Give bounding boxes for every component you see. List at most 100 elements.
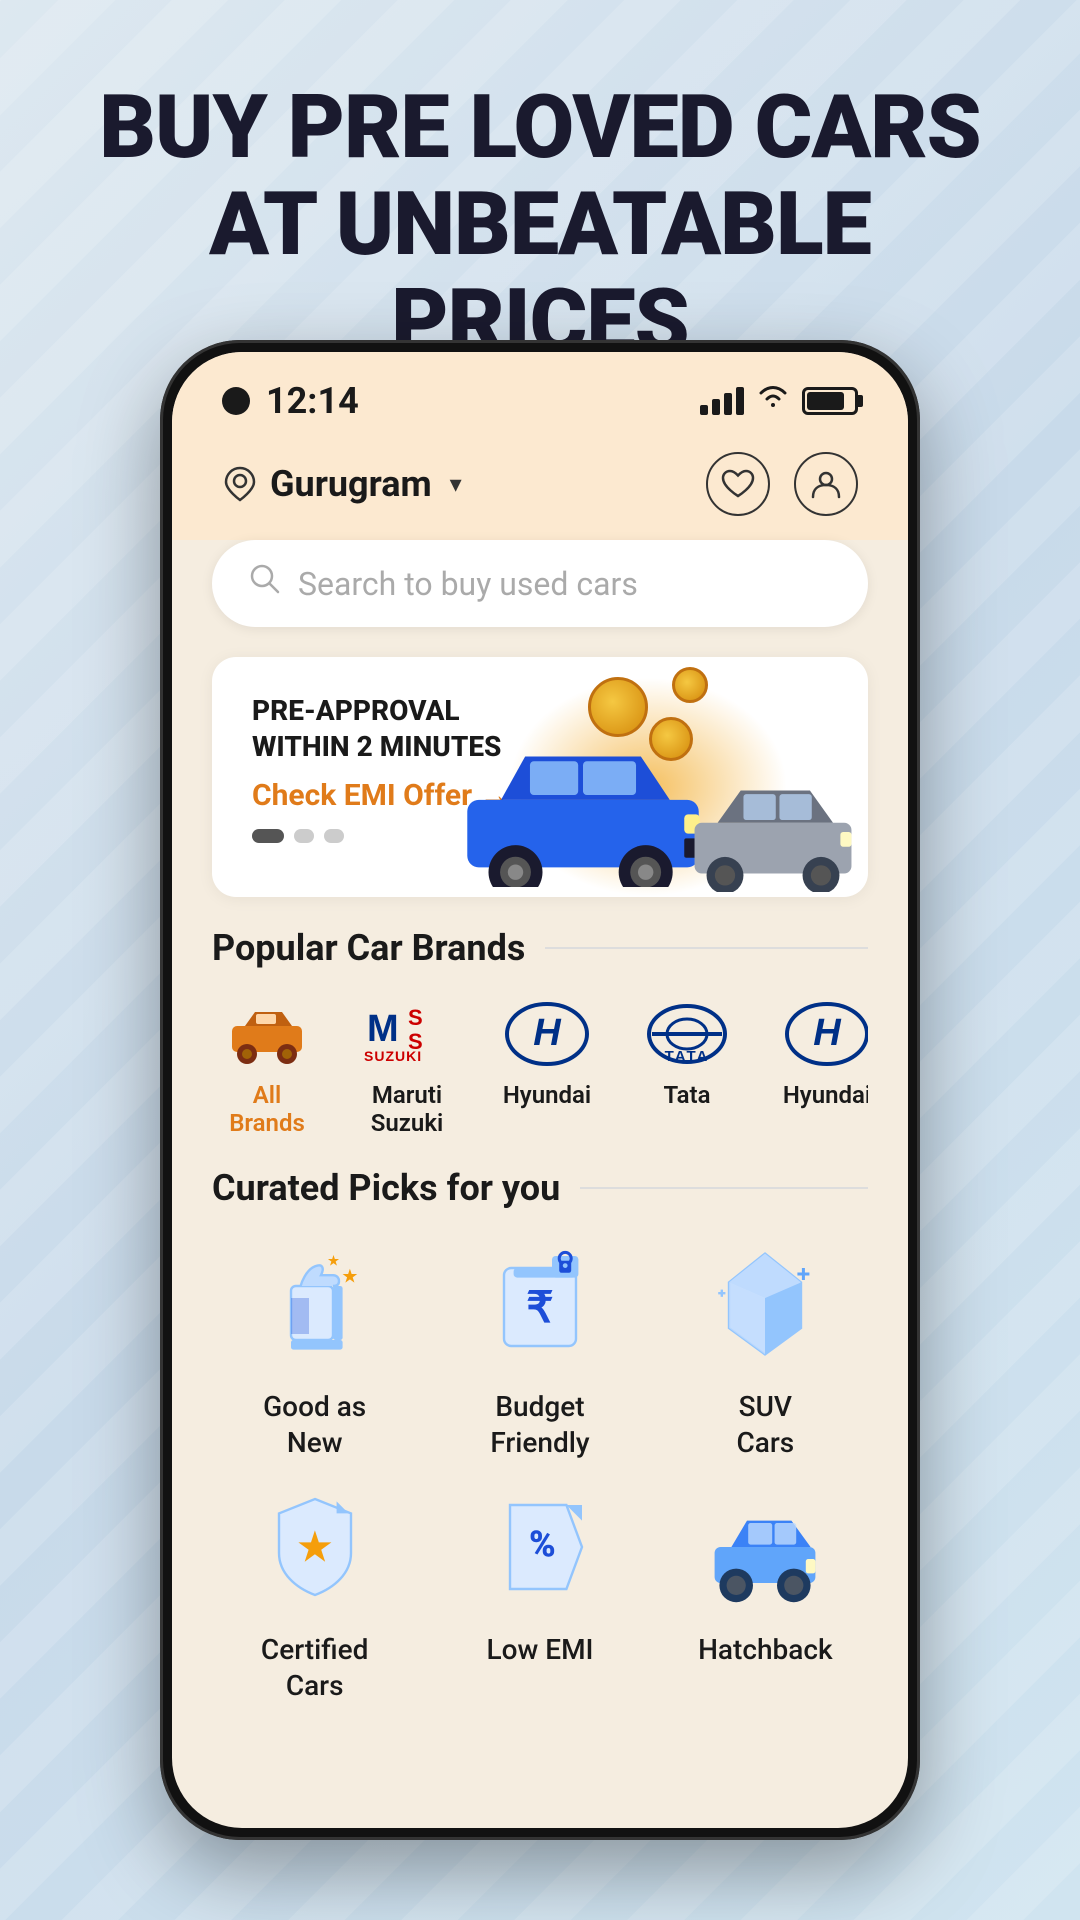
profile-button[interactable] bbox=[794, 452, 858, 516]
banner-cars-illustration bbox=[428, 687, 868, 897]
hyundai-logo-2: H bbox=[782, 999, 868, 1069]
curated-certified[interactable]: ★ CertifiedCars bbox=[212, 1482, 417, 1705]
hyundai-logo-icon-1: H bbox=[502, 999, 592, 1069]
svg-text:M: M bbox=[367, 1008, 399, 1050]
grey-car-icon bbox=[678, 772, 868, 892]
section-divider bbox=[545, 947, 868, 949]
good-as-new-label: Good asNew bbox=[263, 1389, 366, 1462]
maruti-logo: M S S SUZUKI bbox=[362, 999, 452, 1069]
suv-cars-label: SUVCars bbox=[736, 1389, 794, 1462]
curated-section-divider bbox=[580, 1187, 868, 1189]
phone-screen: 12:14 bbox=[172, 352, 908, 1828]
tata-logo: TATA bbox=[642, 999, 732, 1069]
hatchback-label: Hatchback bbox=[698, 1632, 833, 1668]
brand-hyundai-2[interactable]: H Hyundai bbox=[772, 999, 868, 1137]
svg-text:★: ★ bbox=[295, 1521, 334, 1572]
thumbs-up-icon: ★ ★ bbox=[255, 1244, 375, 1364]
page-wrapper: BUY PRE LOVED CARS AT UNBEATABLE PRICES … bbox=[0, 0, 1080, 1920]
hyundai-1-label: Hyundai bbox=[503, 1081, 591, 1109]
search-bar[interactable]: Search to buy used cars bbox=[212, 540, 868, 627]
hero-title: BUY PRE LOVED CARS AT UNBEATABLE PRICES bbox=[0, 80, 1080, 370]
dot-1[interactable] bbox=[252, 829, 284, 843]
location-text: Gurugram bbox=[270, 463, 432, 505]
hyundai-logo-1: H bbox=[502, 999, 592, 1069]
curated-grid: ★ ★ Good asNew bbox=[212, 1239, 868, 1705]
svg-text:★: ★ bbox=[341, 1264, 358, 1287]
battery-icon bbox=[802, 387, 858, 415]
brand-maruti-suzuki[interactable]: M S S SUZUKI Maruti Suzuki bbox=[352, 999, 462, 1137]
search-placeholder-text: Search to buy used cars bbox=[298, 565, 638, 603]
diamond-car-icon bbox=[705, 1244, 825, 1364]
curated-good-as-new[interactable]: ★ ★ Good asNew bbox=[212, 1239, 417, 1462]
svg-text:★: ★ bbox=[327, 1253, 340, 1270]
wishlist-button[interactable] bbox=[706, 452, 770, 516]
phone-mockup: 12:14 bbox=[160, 340, 920, 1840]
dot-2[interactable] bbox=[294, 829, 314, 843]
curated-low-emi[interactable]: % Low EMI bbox=[437, 1482, 642, 1705]
hyundai-2-label: Hyundai bbox=[783, 1081, 868, 1109]
svg-text:TATA: TATA bbox=[665, 1048, 710, 1065]
signal-bar-2 bbox=[712, 399, 720, 415]
coin-decoration-3 bbox=[672, 667, 708, 703]
low-emi-label: Low EMI bbox=[487, 1632, 594, 1668]
shield-star-icon: ★ bbox=[255, 1487, 375, 1607]
wallet-icon: ₹ bbox=[480, 1244, 600, 1364]
svg-text:H: H bbox=[813, 1012, 842, 1054]
location-icon bbox=[222, 466, 258, 502]
signal-bar-3 bbox=[724, 393, 732, 415]
emi-banner[interactable]: PRE-APPROVAL WITHIN 2 MINUTES Check EMI … bbox=[212, 657, 868, 897]
wifi-icon bbox=[756, 385, 790, 418]
certified-label: CertifiedCars bbox=[261, 1632, 368, 1705]
tata-label: Tata bbox=[664, 1081, 711, 1109]
hero-title-line1: BUY PRE LOVED CARS bbox=[99, 76, 981, 179]
budget-friendly-icon: ₹ bbox=[475, 1239, 605, 1369]
location-chevron-icon: ▾ bbox=[450, 470, 462, 498]
brand-hyundai-1[interactable]: H Hyundai bbox=[492, 999, 602, 1137]
search-icon bbox=[248, 562, 282, 605]
nav-icons bbox=[706, 452, 858, 516]
low-emi-icon: % bbox=[475, 1482, 605, 1612]
top-nav: Gurugram ▾ bbox=[172, 432, 908, 540]
status-time-area: 12:14 bbox=[222, 380, 359, 422]
popular-brands-header: Popular Car Brands bbox=[212, 927, 868, 969]
maruti-label: Maruti Suzuki bbox=[352, 1081, 462, 1137]
signal-bar-1 bbox=[700, 405, 708, 415]
signal-bar-4 bbox=[736, 387, 744, 415]
brand-tata[interactable]: TATA Tata bbox=[632, 999, 742, 1137]
good-as-new-icon: ★ ★ bbox=[250, 1239, 380, 1369]
certified-icon: ★ bbox=[250, 1482, 380, 1612]
status-bar: 12:14 bbox=[172, 352, 908, 432]
svg-text:₹: ₹ bbox=[526, 1284, 553, 1332]
svg-text:%: % bbox=[529, 1523, 556, 1565]
curated-budget-friendly[interactable]: ₹ BudgetFriendly bbox=[437, 1239, 642, 1462]
heart-icon bbox=[721, 469, 755, 499]
svg-text:S: S bbox=[408, 1005, 423, 1030]
curated-suv-cars[interactable]: SUVCars bbox=[663, 1239, 868, 1462]
camera-dot bbox=[222, 387, 250, 415]
location-selector[interactable]: Gurugram ▾ bbox=[222, 463, 462, 505]
popular-brands-title: Popular Car Brands bbox=[212, 927, 525, 969]
hatchback-icon bbox=[700, 1482, 830, 1612]
curated-picks-header: Curated Picks for you bbox=[212, 1167, 868, 1209]
brand-all-brands[interactable]: All Brands bbox=[212, 999, 322, 1137]
curated-hatchback[interactable]: Hatchback bbox=[663, 1482, 868, 1705]
all-brands-label: All Brands bbox=[212, 1081, 322, 1137]
screen-inner: 12:14 bbox=[172, 352, 908, 1828]
svg-text:H: H bbox=[533, 1012, 562, 1054]
profile-icon bbox=[809, 467, 843, 501]
status-icons bbox=[700, 385, 858, 418]
coin-decoration-2 bbox=[649, 717, 693, 761]
hyundai-logo-icon-2: H bbox=[782, 999, 868, 1069]
signal-bars bbox=[700, 387, 744, 415]
maruti-logo-icon: M S S SUZUKI bbox=[362, 999, 452, 1069]
budget-friendly-label: BudgetFriendly bbox=[490, 1389, 589, 1462]
dot-3[interactable] bbox=[324, 829, 344, 843]
suv-cars-icon bbox=[700, 1239, 830, 1369]
tag-percent-icon: % bbox=[480, 1487, 600, 1607]
curated-picks-title: Curated Picks for you bbox=[212, 1167, 560, 1209]
svg-text:SUZUKI: SUZUKI bbox=[364, 1048, 422, 1064]
coin-decoration-1 bbox=[588, 677, 648, 737]
hatchback-car-icon bbox=[705, 1487, 825, 1607]
all-brands-logo bbox=[222, 999, 312, 1069]
curated-picks-section: Curated Picks for you bbox=[172, 1167, 908, 1735]
